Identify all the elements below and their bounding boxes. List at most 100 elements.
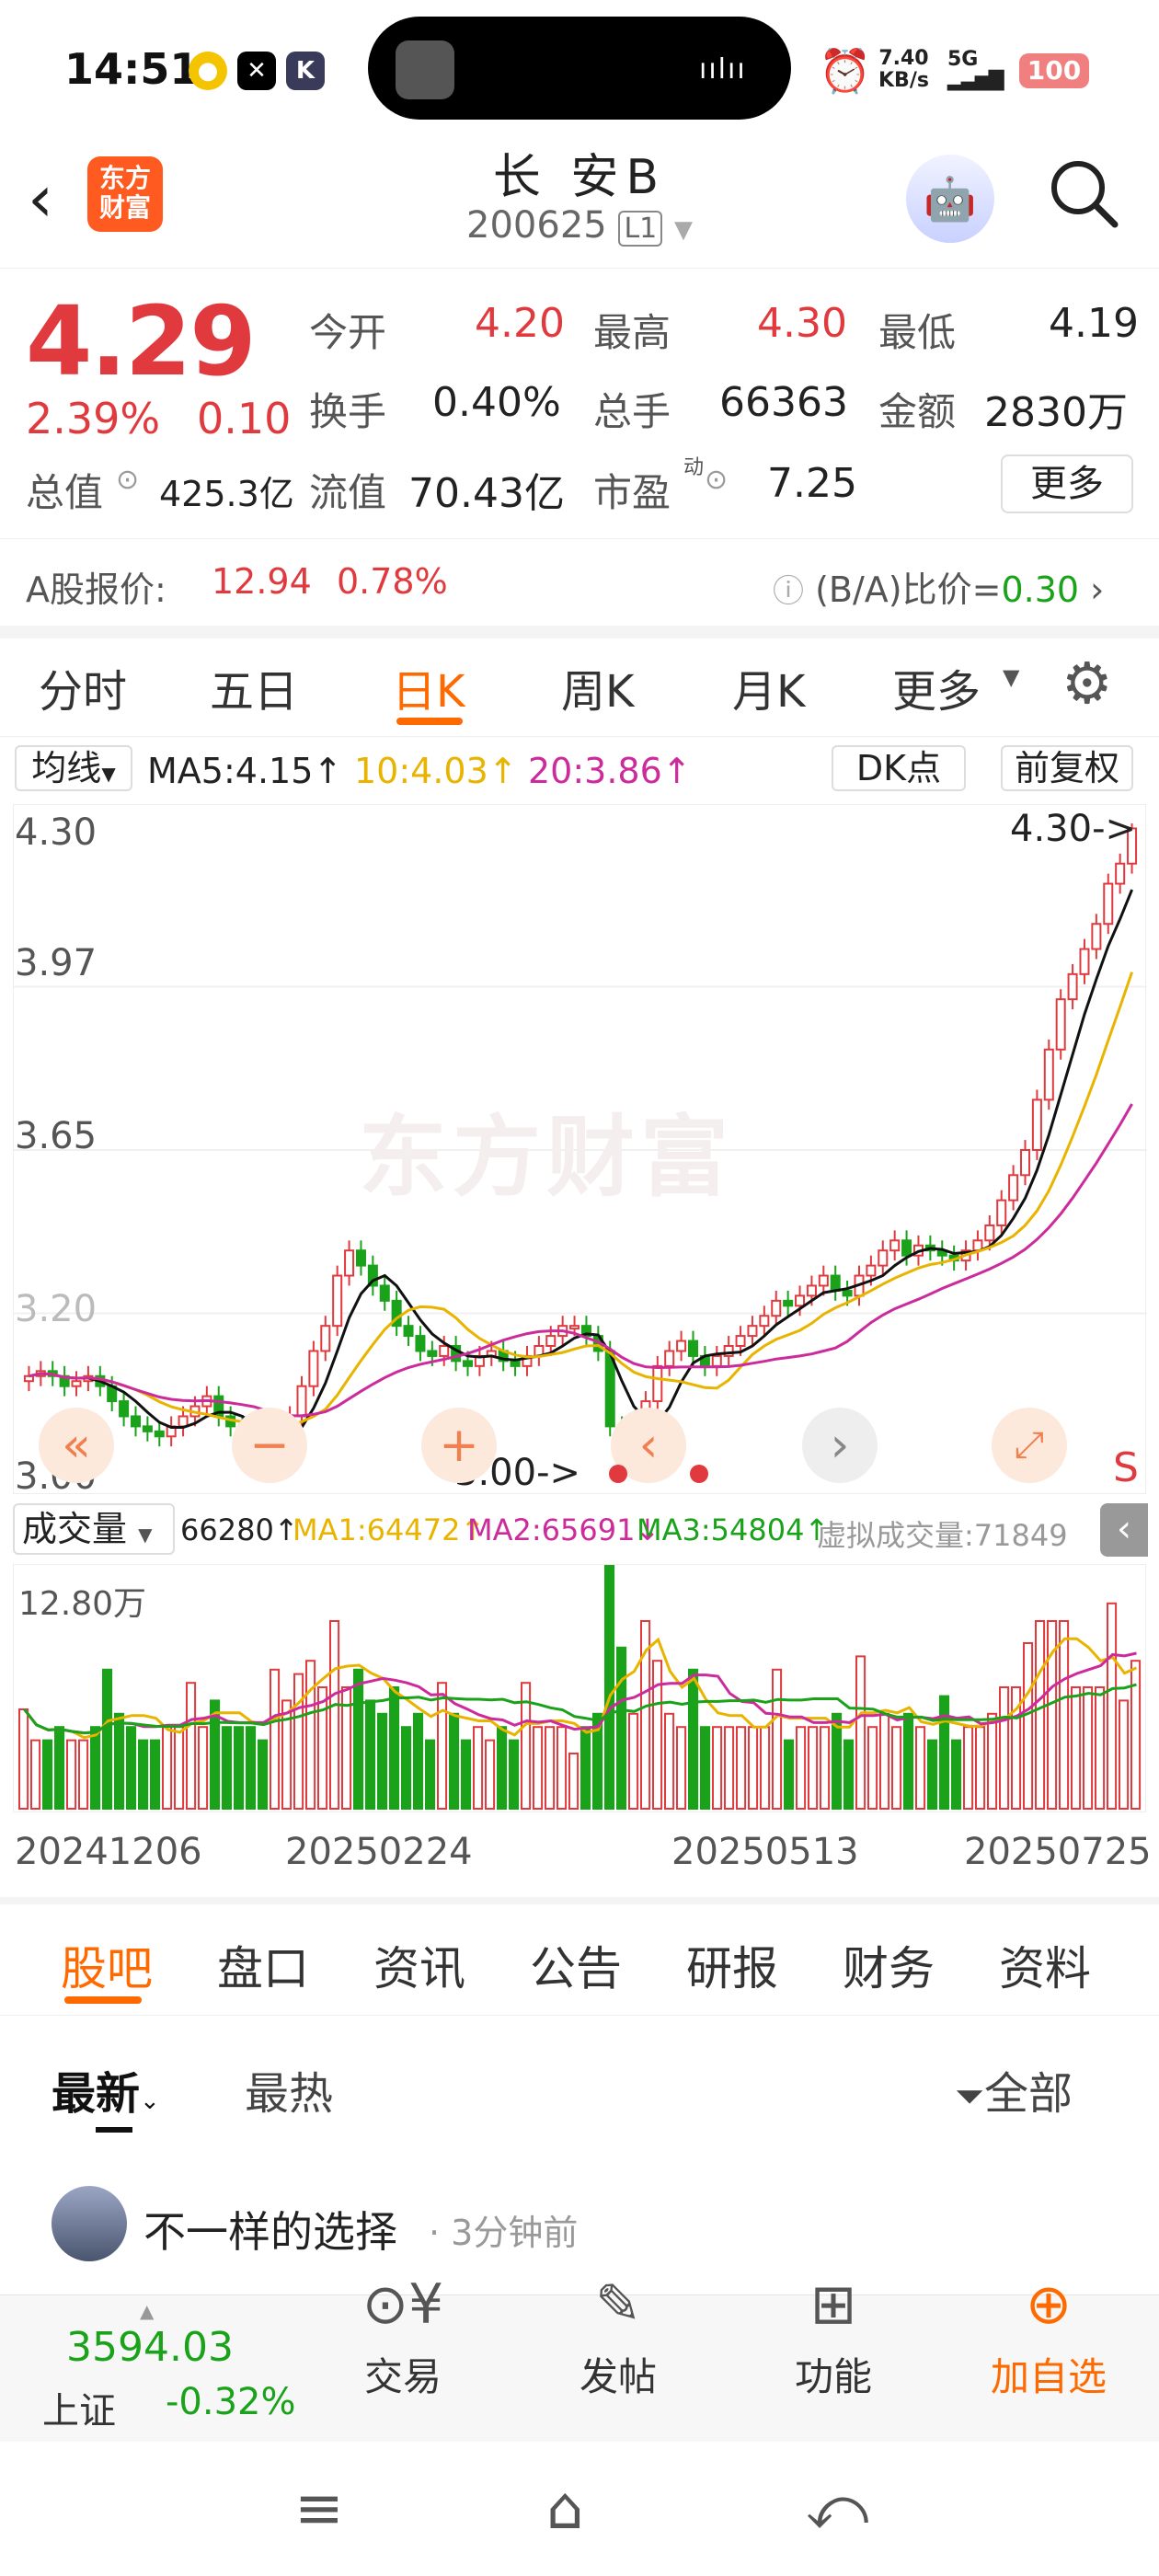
tab-announcements[interactable]: 公告 [530,1932,622,1998]
nav-post[interactable]: ✎ 发帖 [526,2272,710,2402]
tab-research[interactable]: 研报 [686,1932,778,1998]
next-icon[interactable]: › [802,1408,878,1483]
collapse-icon[interactable]: ‹ [1100,1503,1148,1557]
volume-chart[interactable] [13,1554,1146,1812]
trade-yen-icon: ⊙¥ [361,2272,444,2337]
tab-profile[interactable]: 资料 [999,1932,1091,1998]
dk-point-button[interactable]: DK点 [832,745,966,791]
menu-icon[interactable]: ≡ [294,2475,344,2543]
filter-button[interactable]: ⏷全部 [955,2057,1073,2122]
info-icon[interactable]: ⊙ [116,464,139,496]
tab-more[interactable]: 更多 [892,655,981,719]
candle-body [178,1415,189,1428]
nav-add-watchlist[interactable]: ⊕ 加自选 [957,2272,1141,2402]
volume-bar [700,1726,711,1810]
volume-bar [54,1726,65,1810]
net-unit: KB/s [878,69,929,92]
nav-functions[interactable]: ⊞ 功能 [741,2272,925,2402]
volume-bar [485,1739,496,1811]
candle-body [415,1335,426,1352]
volume-bar [246,1726,257,1810]
tab-forum[interactable]: 股吧 [61,1932,153,1998]
volume-bar [987,1712,998,1810]
sort-latest[interactable]: 最新⌄ [52,2057,160,2122]
pe-label: 市盈 [593,470,671,515]
back-nav-icon[interactable]: ⤺ [806,2475,868,2543]
ma-type-select[interactable]: 均线▼ [15,745,132,791]
candle-body [1115,862,1126,885]
candle-body [795,1294,806,1307]
tab-intraday[interactable]: 分时 [39,655,127,719]
pe-info-icon[interactable]: ⊙ [705,464,728,496]
volume-select[interactable]: 成交量 ▼ [13,1503,175,1555]
tab-news[interactable]: 资讯 [373,1932,465,1998]
fullscreen-icon[interactable]: ⤢ [992,1408,1067,1483]
volume-bar [114,1712,125,1810]
nav-trade[interactable]: ⊙¥ 交易 [311,2272,495,2402]
zoom-in-icon[interactable]: + [421,1408,497,1483]
divider [0,736,1159,737]
amount-value: 2830万 [984,389,1128,436]
candle-body [142,1425,153,1432]
edit-icon: ✎ [594,2272,642,2337]
volume-bar [281,1699,293,1810]
ba-ratio-row[interactable]: ⓘ (B/A)比价=0.30 › [773,561,1104,612]
search-icon[interactable] [1049,158,1119,228]
candle-body [759,1315,770,1328]
volume-bar [784,1739,795,1811]
volume-bar [198,1726,209,1810]
settings-gear-icon[interactable]: ⚙ [1061,650,1113,717]
open-value: 4.20 [475,300,565,347]
high-label: 最高 [593,310,671,355]
tab-weekly-k[interactable]: 周K [561,655,634,719]
volume-bar [389,1686,400,1810]
tab-five-day[interactable]: 五日 [210,655,298,719]
candle-body [1019,1149,1031,1177]
volume-bar [808,1726,819,1810]
tab-monthly-k[interactable]: 月K [732,655,805,719]
candle-body [676,1340,687,1352]
tab-finance[interactable]: 财务 [843,1932,935,1998]
volume-bar [867,1726,878,1810]
vol-ma1: MA1:64472↑ [293,1512,486,1547]
candle-body [320,1325,331,1352]
volume-label: 成交量 [22,1509,128,1549]
post-username[interactable]: 不一样的选择 [143,2199,397,2260]
scroll-left-icon[interactable]: « [39,1408,114,1483]
a-share-label: A股报价: [26,569,166,610]
tab-order-book[interactable]: 盘口 [217,1932,309,1998]
sort-underline [96,2127,132,2133]
sort-hot[interactable]: 最热 [245,2057,333,2122]
volume-bar [891,1726,902,1810]
dynamic-island[interactable]: ıılıı [368,17,791,120]
robot-assistant-icon[interactable]: 🤖 [906,155,994,243]
virtual-volume: 虚拟成交量:71849 [817,1518,1068,1553]
volume-bar [580,1726,591,1810]
section-gap [0,626,1159,638]
zoom-out-icon[interactable]: − [232,1408,307,1483]
candle-body [439,1345,450,1357]
index-value[interactable]: 3594.03 [66,2324,234,2371]
volume-bar [724,1726,735,1810]
volume-bar [533,1726,544,1810]
volume-bar [1071,1686,1082,1810]
candle-body [818,1274,829,1287]
candle-body [889,1239,901,1252]
volume-bar [138,1739,149,1811]
volume-bar [1035,1620,1046,1810]
adjustment-button[interactable]: 前复权 [1001,745,1133,791]
divider [0,2015,1159,2016]
open-label: 今开 [309,310,387,355]
more-button[interactable]: 更多 [1001,454,1133,513]
active-tab-underline [396,718,463,725]
date-tick: 20250224 [285,1831,473,1873]
volume-bar [353,1668,364,1810]
change-amount: 0.10 [197,394,292,443]
date-tick: 20250725 [964,1831,1152,1873]
candle-body [1031,1098,1042,1151]
avatar[interactable] [52,2186,127,2261]
low-label: 最低 [878,310,957,355]
tab-daily-k[interactable]: 日K [392,655,465,719]
home-icon[interactable]: ⌂ [546,2475,584,2543]
candle-body [379,1284,390,1302]
